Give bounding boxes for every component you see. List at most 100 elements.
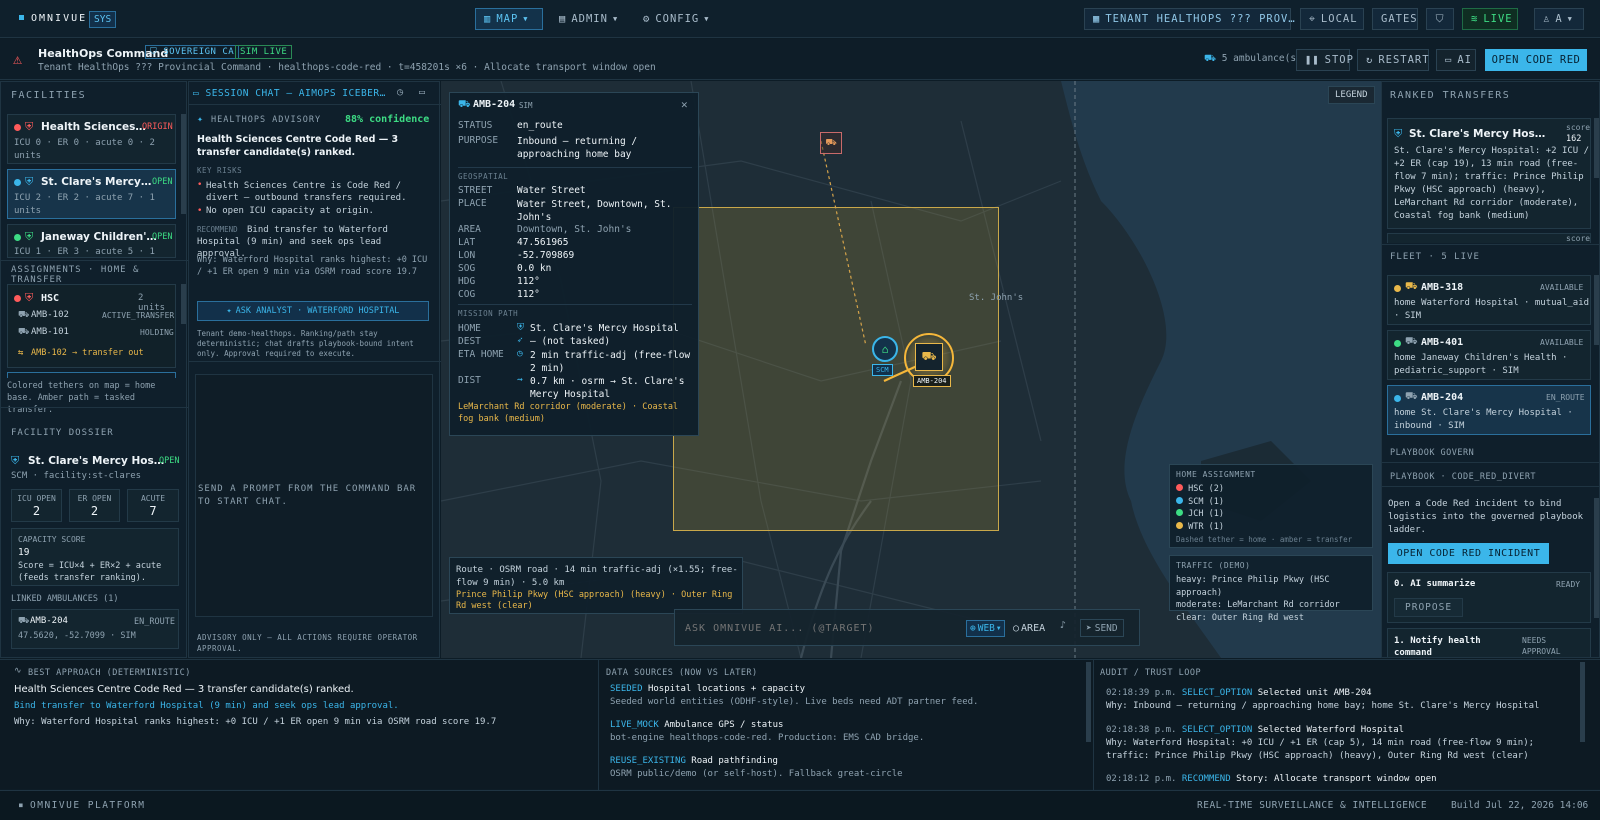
stat-acute: ACUTE 7	[127, 489, 179, 522]
close-icon[interactable]: ✕	[681, 98, 688, 111]
traffic-item: heavy: Prince Philip Pkwy (HSC approach)	[1176, 575, 1330, 598]
restart-button[interactable]: ↻ RESTART	[1357, 49, 1429, 71]
fleet-id: AMB-401	[1421, 337, 1464, 348]
divider	[458, 304, 692, 305]
source-tag: LIVE_MOCK	[610, 720, 659, 730]
fleet-item[interactable]: ⛟ AMB-204 EN_ROUTE home St. Clare's Merc…	[1387, 385, 1591, 435]
scrollbar[interactable]	[1594, 275, 1599, 345]
home-marker[interactable]: ⌂	[872, 336, 898, 362]
nav-admin[interactable]: ▤ ADMIN ▼	[550, 8, 626, 30]
linked-ambulance[interactable]: ⛟ AMB-204 EN_ROUTE 47.5620, -52.7099 · S…	[11, 609, 179, 649]
facility-card[interactable]: ⛨ Janeway Children'… OPEN ICU 1 · ER 3 ·…	[7, 224, 176, 258]
area-toggle[interactable]: ○ AREA	[1013, 620, 1045, 637]
best-title: BEST APPROACH (DETERMINISTIC)	[28, 668, 191, 678]
nav-map[interactable]: ▥ MAP ▼	[475, 8, 543, 30]
nav-config[interactable]: ⚙ CONFIG ▼	[634, 8, 718, 30]
popup-status: en_route	[517, 120, 563, 131]
fleet-item[interactable]: ⛟ AMB-401 AVAILABLE home Janeway Childre…	[1387, 330, 1591, 380]
user-menu[interactable]: ♙ A ▼	[1534, 8, 1584, 30]
capacity-value: 19	[18, 547, 30, 558]
popup-dist: 0.7 km · osrm → St. Clare's Mercy Hospit…	[530, 376, 685, 400]
web-toggle[interactable]: ⊕ WEB ▼	[966, 620, 1005, 637]
playbook-title: PLAYBOOK · CODE_RED_DIVERT	[1390, 472, 1537, 482]
list-item[interactable]	[7, 372, 176, 378]
stat-er: ER OPEN 2	[69, 489, 120, 522]
scrollbar[interactable]	[181, 284, 186, 324]
build-info: Build Jul 22, 2026 14:06	[1451, 800, 1589, 811]
brand-name[interactable]: OMNIVUE	[31, 13, 87, 24]
facility-status: OPEN	[152, 177, 173, 187]
route-text: Route · OSRM road · 14 min traffic-adj (…	[456, 565, 738, 588]
audit-item: 02:18:12 p.m. RECOMMEND Story: Allocate …	[1106, 773, 1576, 788]
ask-input[interactable]	[685, 619, 955, 637]
fleet-state: AVAILABLE	[1540, 338, 1584, 347]
sparkle-icon: ✦	[226, 306, 232, 316]
audit-item: 02:18:38 p.m. SELECT_OPTION Selected Wat…	[1106, 724, 1576, 763]
status-dot	[14, 234, 21, 241]
legend-item: HSC (2)	[1176, 483, 1224, 496]
assignment-group[interactable]: ⛨ HSC 2 units ⛟ AMB-102 ACTIVE_TRANSFER …	[7, 284, 176, 368]
scrollbar[interactable]	[1086, 662, 1091, 742]
legend-button[interactable]: LEGEND	[1328, 86, 1375, 104]
playbook-step[interactable]: 1. Notify health command NEEDS APPROVAL	[1387, 628, 1591, 657]
local-button[interactable]: ⌖ LOCAL	[1300, 8, 1364, 30]
ask-analyst-button[interactable]: ✦ ASK ANALYST · WATERFORD HOSPITAL	[197, 301, 429, 321]
popup-traffic-note: LeMarchant Rd corridor (moderate) · Coas…	[458, 402, 679, 424]
brand-icon	[19, 15, 24, 20]
propose-button[interactable]: PROPOSE	[1394, 598, 1464, 617]
ambulance-icon: ⛟	[1405, 281, 1418, 292]
gates-button[interactable]: GATES	[1372, 8, 1418, 30]
traffic-item: clear: Outer Ring Rd west	[1176, 612, 1304, 623]
ranked-card[interactable]: score	[1387, 233, 1591, 243]
home-assign-note: Dashed tether = home · amber = transfer	[1176, 535, 1353, 544]
mic-icon[interactable]: ♪	[1060, 620, 1066, 631]
left-panel: FACILITIES ⛨ Health Sciences… ORIGIN ICU…	[0, 81, 188, 658]
scrollbar[interactable]	[1594, 498, 1599, 618]
chat-title[interactable]: ▭ SESSION CHAT — AIMOPS ICEBER…	[193, 88, 386, 99]
chat-transcript[interactable]: SEND A PROMPT FROM THE COMMAND BAR TO ST…	[195, 374, 433, 617]
history-icon[interactable]: ◷	[397, 87, 403, 98]
facility-card[interactable]: ⛨ Health Sciences… ORIGIN ICU 0 · ER 0 ·…	[7, 114, 176, 164]
send-button[interactable]: ➤ SEND	[1080, 619, 1124, 637]
key-risks-title: KEY RISKS	[197, 166, 243, 175]
unit-state: HOLDING	[140, 328, 174, 337]
sparkle-icon: ✦	[197, 114, 204, 125]
open-code-red-incident-button[interactable]: OPEN CODE RED INCIDENT	[1388, 543, 1549, 564]
home-marker-label: SCM	[872, 364, 893, 376]
shield-button[interactable]: ⛉	[1426, 8, 1454, 30]
city-label: St. John's	[969, 293, 1024, 303]
divider	[1, 407, 188, 408]
tenant-select[interactable]: ▦TENANT HEALTHOPS ??? PROV…▼	[1084, 8, 1305, 30]
status-dot	[14, 124, 21, 131]
scrollbar[interactable]	[1580, 662, 1585, 742]
step-state: NEEDS APPROVAL	[1522, 636, 1561, 656]
audit-why: Why: Waterford Hospital: +0 ICU / +1 ER …	[1106, 738, 1535, 761]
unit-id: AMB-101	[31, 327, 69, 337]
source-name: Hospital locations + capacity	[647, 684, 806, 694]
route-box: Route · OSRM road · 14 min traffic-adj (…	[449, 557, 743, 614]
save-icon[interactable]: ▭	[419, 87, 425, 98]
home-assignment-legend: HOME ASSIGNMENT HSC (2) SCM (1) JCH (1) …	[1169, 464, 1373, 548]
facility-detail: ICU 1 · ER 3 · acute 5 · 1	[14, 247, 155, 257]
origin-marker[interactable]: ⛟	[820, 132, 842, 154]
source-tag: REUSE_EXISTING	[610, 756, 686, 766]
traffic-list: heavy: Prince Philip Pkwy (HSC approach)…	[1176, 574, 1372, 624]
facility-card[interactable]: ⛨ St. Clare's Mercy… OPEN ICU 2 · ER 2 ·…	[7, 169, 176, 219]
stop-button[interactable]: ❚❚ STOP	[1296, 49, 1353, 71]
ambulance-marker[interactable]: ⛟	[915, 343, 943, 371]
sys-badge[interactable]: SYS	[89, 11, 117, 28]
scrollbar[interactable]	[1594, 118, 1599, 178]
ambulance-icon: ⛟	[825, 137, 837, 148]
live-status[interactable]: ≋ LIVE	[1462, 8, 1518, 30]
playbook-step[interactable]: 0. AI summarize READY PROPOSE	[1387, 572, 1591, 623]
source-item: LIVE_MOCK Ambulance GPS / status bot-eng…	[610, 719, 1078, 745]
circle-icon: ○	[1013, 623, 1020, 634]
home-assign-title: HOME ASSIGNMENT	[1176, 470, 1256, 479]
ranked-card[interactable]: ⛨ St. Clare's Mercy Hos… score 162 St. C…	[1387, 118, 1591, 229]
restart-icon: ↻	[1366, 54, 1374, 66]
ai-button[interactable]: ▭ AI	[1436, 49, 1476, 71]
chevron-down-icon: ▼	[704, 15, 710, 23]
scrollbar[interactable]	[181, 114, 186, 214]
open-code-red-button[interactable]: OPEN CODE RED	[1485, 49, 1587, 71]
fleet-item[interactable]: ⛟ AMB-318 AVAILABLE home Waterford Hospi…	[1387, 275, 1591, 325]
